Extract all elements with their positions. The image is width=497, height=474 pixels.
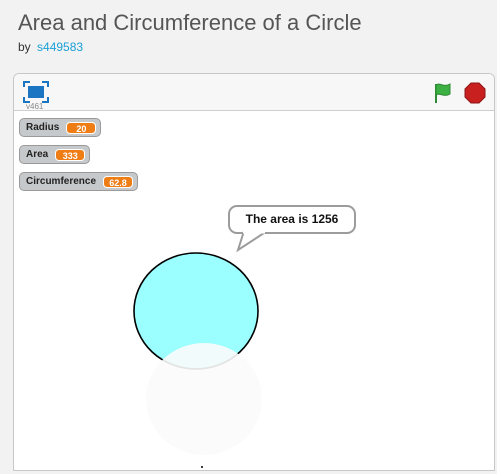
monitor-value: 62.8 bbox=[103, 175, 134, 188]
speech-bubble: The area is 1256 bbox=[228, 205, 356, 234]
stop-sign-icon[interactable] bbox=[464, 82, 486, 104]
area-monitor: Area 333 bbox=[19, 145, 91, 164]
project-player: v461 Radius 20 Area 333 Circumference 62… bbox=[13, 73, 495, 471]
circle-sprite[interactable] bbox=[129, 249, 389, 471]
monitor-value: 20 bbox=[66, 121, 97, 134]
author-link[interactable]: s449583 bbox=[37, 40, 83, 54]
project-title: Area and Circumference of a Circle bbox=[18, 10, 362, 35]
version-label: v461 bbox=[26, 102, 44, 111]
byline: by s449583 bbox=[18, 40, 83, 54]
stage[interactable]: Radius 20 Area 333 Circumference 62.8 Th… bbox=[14, 111, 494, 471]
by-label: by bbox=[18, 40, 31, 54]
monitor-label: Circumference bbox=[26, 176, 97, 187]
monitor-label: Radius bbox=[26, 122, 60, 133]
player-controls: v461 bbox=[14, 74, 494, 111]
monitor-value: 333 bbox=[55, 148, 86, 161]
fullscreen-icon[interactable] bbox=[23, 81, 49, 103]
monitor-label: Area bbox=[26, 149, 49, 160]
radius-monitor: Radius 20 bbox=[19, 118, 102, 137]
project-header: Area and Circumference of a Circle by s4… bbox=[0, 0, 497, 64]
green-flag-icon[interactable] bbox=[432, 82, 454, 104]
circumference-monitor: Circumference 62.8 bbox=[19, 172, 139, 191]
